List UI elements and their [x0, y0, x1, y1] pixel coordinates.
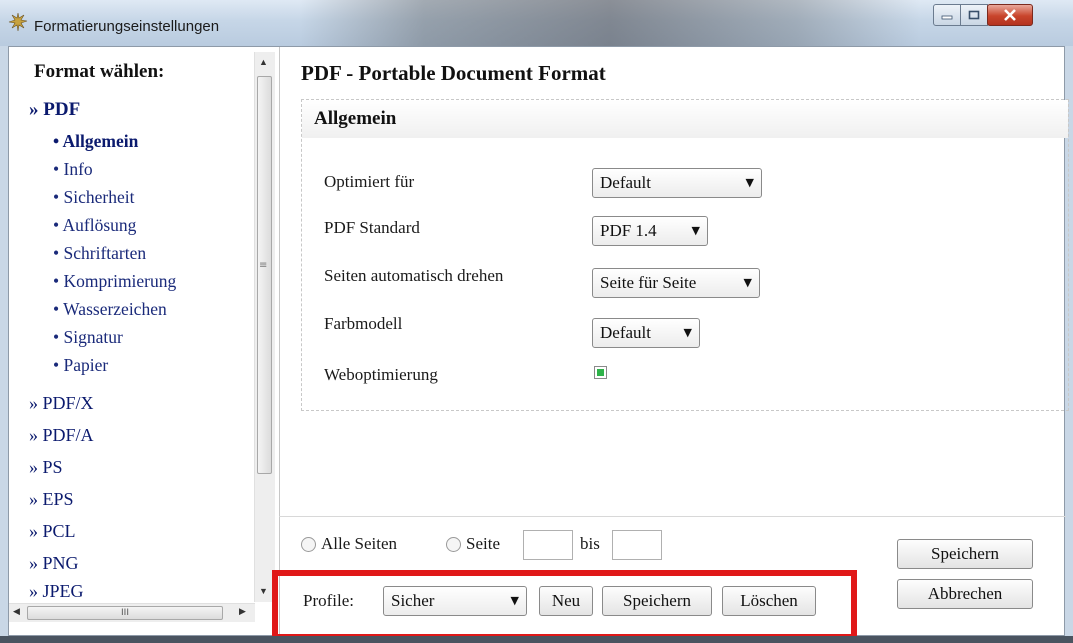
auto-rotate-label: Seiten automatisch drehen: [324, 266, 504, 285]
pdf-standard-value: PDF 1.4: [600, 221, 657, 240]
format-sidebar: Format wählen: » PDF • Allgemein • Info …: [9, 47, 280, 635]
hscroll-thumb[interactable]: III: [27, 606, 223, 620]
app-icon: [8, 12, 28, 32]
sidebar-item-eps[interactable]: » EPS: [29, 489, 74, 510]
close-icon: [1004, 9, 1016, 21]
page-from-input[interactable]: [523, 530, 573, 560]
group-title: Allgemein: [314, 108, 397, 129]
scroll-left-icon[interactable]: ◀: [13, 606, 20, 617]
all-pages-label: Alle Seiten: [321, 534, 398, 553]
save-button[interactable]: Speichern: [897, 539, 1033, 569]
pdf-standard-select[interactable]: PDF 1.4 ▼: [592, 216, 708, 246]
sidebar-horizontal-scrollbar[interactable]: ◀ III ▶: [9, 603, 255, 622]
page-range-radio[interactable]: [446, 537, 461, 552]
color-model-select[interactable]: Default ▼: [592, 318, 700, 348]
sidebar-subitem-signatur[interactable]: • Signatur: [53, 327, 123, 348]
auto-rotate-value: Seite für Seite: [600, 273, 697, 292]
chevron-down-icon: ▼: [691, 224, 700, 237]
pdf-standard-label: PDF Standard: [324, 218, 420, 237]
page-title: PDF - Portable Document Format: [301, 61, 606, 85]
sidebar-item-pcl[interactable]: » PCL: [29, 521, 76, 542]
optimized-for-label: Optimiert für: [324, 172, 415, 191]
highlight-annotation: [272, 570, 857, 640]
optimized-for-select[interactable]: Default ▼: [592, 168, 762, 198]
page-label: Seite: [466, 534, 500, 553]
cancel-button[interactable]: Abbrechen: [897, 579, 1033, 609]
scroll-grip-icon: ≡: [259, 260, 268, 271]
window-title: Formatierungseinstellungen: [34, 18, 220, 35]
sidebar-subitem-wasserzeichen[interactable]: • Wasserzeichen: [53, 299, 167, 320]
sidebar-subitem-allgemein[interactable]: • Allgemein: [53, 131, 138, 152]
background-window-blur: [300, 0, 920, 46]
sidebar-item-ps[interactable]: » PS: [29, 457, 63, 478]
group-header: Allgemein: [302, 100, 1068, 138]
all-pages-radio[interactable]: [301, 537, 316, 552]
web-optimization-label: Weboptimierung: [324, 365, 438, 384]
chevron-down-icon: ▼: [683, 326, 692, 339]
sidebar-item-png[interactable]: » PNG: [29, 553, 79, 574]
auto-rotate-select[interactable]: Seite für Seite ▼: [592, 268, 760, 298]
general-settings-group: Allgemein Optimiert für Default ▼ PDF St…: [301, 99, 1069, 411]
web-optimization-checkbox[interactable]: [594, 366, 607, 379]
sidebar-subitem-papier[interactable]: • Papier: [53, 355, 108, 376]
bottom-divider: [279, 516, 1066, 517]
sidebar-subitem-sicherheit[interactable]: • Sicherheit: [53, 187, 134, 208]
scroll-down-icon[interactable]: ▼: [259, 586, 268, 596]
sidebar-item-pdf[interactable]: » PDF: [29, 99, 80, 121]
sidebar-subitem-aufloesung[interactable]: • Auflösung: [53, 215, 136, 236]
scroll-thumb[interactable]: [257, 76, 272, 474]
sidebar-subitem-komprimierung[interactable]: • Komprimierung: [53, 271, 176, 292]
color-model-label: Farbmodell: [324, 314, 403, 333]
sidebar-subitem-schriftarten[interactable]: • Schriftarten: [53, 243, 146, 264]
color-model-value: Default: [600, 323, 651, 342]
sidebar-item-pdfx[interactable]: » PDF/X: [29, 393, 94, 414]
optimized-for-value: Default: [600, 173, 651, 192]
scroll-up-icon[interactable]: ▲: [259, 57, 268, 67]
page-to-input[interactable]: [612, 530, 662, 560]
close-button[interactable]: [987, 4, 1033, 26]
maximize-button[interactable]: [960, 4, 988, 26]
dialog-content: Format wählen: » PDF • Allgemein • Info …: [8, 46, 1069, 636]
hscroll-grip: III: [121, 608, 129, 618]
sidebar-vertical-scrollbar[interactable]: ▲ ≡ ▼: [254, 52, 275, 602]
chevron-down-icon: ▼: [743, 276, 752, 289]
chevron-down-icon: ▼: [745, 176, 754, 189]
title-bar[interactable]: Formatierungseinstellungen: [0, 0, 1073, 46]
taskbar-strip: [0, 636, 1073, 643]
sidebar-item-jpeg[interactable]: » JPEG: [29, 581, 84, 602]
checkbox-checked-mark: [597, 369, 604, 376]
sidebar-subitem-info[interactable]: • Info: [53, 159, 93, 180]
minimize-icon: [941, 15, 953, 20]
sidebar-item-pdfa[interactable]: » PDF/A: [29, 425, 94, 446]
sidebar-heading: Format wählen:: [34, 61, 165, 82]
scroll-right-icon[interactable]: ▶: [239, 606, 246, 617]
to-label: bis: [580, 534, 600, 553]
maximize-icon: [968, 10, 980, 20]
dialog-window: Formatierungseinstellungen Format wählen…: [0, 0, 1073, 643]
minimize-button[interactable]: [933, 4, 961, 26]
